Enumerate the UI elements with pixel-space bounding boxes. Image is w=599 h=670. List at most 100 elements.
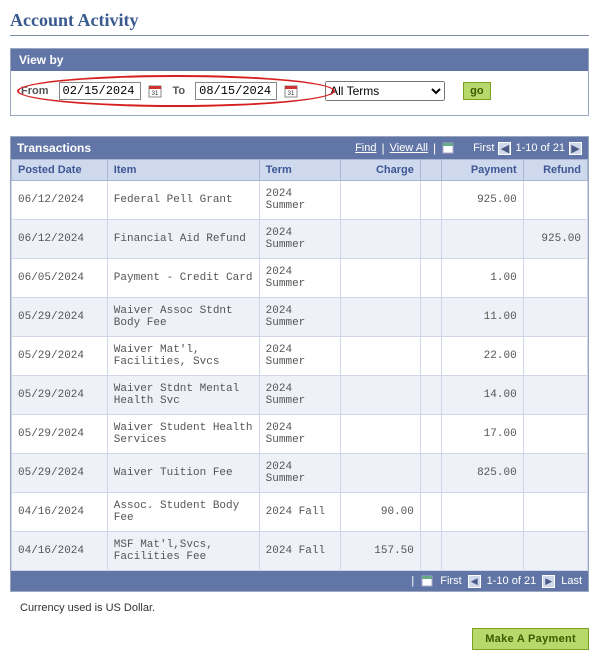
- table-cell: 05/29/2024: [12, 337, 108, 376]
- table-cell: 04/16/2024: [12, 493, 108, 532]
- table-cell: [441, 220, 523, 259]
- term-select[interactable]: All Terms: [325, 81, 445, 101]
- table-cell: 05/29/2024: [12, 454, 108, 493]
- page-title: Account Activity: [10, 10, 589, 31]
- col-charge: Charge: [341, 160, 420, 181]
- table-cell: [523, 532, 587, 571]
- table-cell: [523, 493, 587, 532]
- first-label[interactable]: First: [440, 575, 461, 587]
- table-cell: 05/29/2024: [12, 415, 108, 454]
- make-payment-button[interactable]: Make A Payment: [472, 628, 589, 650]
- table-cell: [523, 337, 587, 376]
- pager-top: First ◀ 1-10 of 21 ▶: [473, 142, 582, 155]
- table-cell: 925.00: [441, 181, 523, 220]
- from-label: From: [21, 85, 49, 97]
- calendar-icon[interactable]: 31: [147, 83, 163, 99]
- table-cell: [420, 532, 441, 571]
- table-cell: [523, 454, 587, 493]
- go-button[interactable]: go: [463, 82, 490, 100]
- table-cell: 05/29/2024: [12, 298, 108, 337]
- table-cell: [341, 220, 420, 259]
- prev-arrow-icon[interactable]: ◀: [468, 575, 481, 588]
- table-cell: Waiver Stdnt Mental Health Svc: [107, 376, 259, 415]
- table-cell: 04/16/2024: [12, 532, 108, 571]
- transactions-title: Transactions: [17, 141, 91, 155]
- table-cell: [420, 415, 441, 454]
- table-cell: 90.00: [341, 493, 420, 532]
- col-item: Item: [107, 160, 259, 181]
- transactions-footer: | First ◀ 1-10 of 21 ▶ Last: [11, 571, 588, 591]
- table-row: 05/29/2024Waiver Mat'l, Facilities, Svcs…: [12, 337, 588, 376]
- transactions-header: Transactions Find | View All | First ◀ 1…: [11, 137, 588, 159]
- table-row: 05/29/2024Waiver Stdnt Mental Health Svc…: [12, 376, 588, 415]
- from-date-input[interactable]: [59, 82, 141, 100]
- title-underline: [10, 35, 589, 36]
- table-cell: 825.00: [441, 454, 523, 493]
- table-row: 06/12/2024Federal Pell Grant2024 Summer9…: [12, 181, 588, 220]
- prev-arrow-icon[interactable]: ◀: [498, 142, 511, 155]
- table-row: 05/29/2024Waiver Student Health Services…: [12, 415, 588, 454]
- transactions-panel: Transactions Find | View All | First ◀ 1…: [10, 136, 589, 592]
- separator: |: [381, 141, 384, 155]
- transactions-actions: Find | View All |: [355, 141, 455, 155]
- last-label[interactable]: Last: [561, 575, 582, 587]
- download-icon[interactable]: [441, 141, 455, 155]
- calendar-icon[interactable]: 31: [283, 83, 299, 99]
- table-cell: 11.00: [441, 298, 523, 337]
- next-arrow-icon[interactable]: ▶: [542, 575, 555, 588]
- view-by-header: View by: [11, 49, 588, 71]
- svg-text:31: 31: [151, 91, 158, 97]
- table-cell: [441, 493, 523, 532]
- table-cell: [420, 454, 441, 493]
- table-cell: 2024 Summer: [259, 220, 341, 259]
- table-cell: [420, 337, 441, 376]
- table-cell: 2024 Fall: [259, 532, 341, 571]
- table-cell: Financial Aid Refund: [107, 220, 259, 259]
- table-cell: [341, 298, 420, 337]
- table-cell: [341, 415, 420, 454]
- separator: |: [411, 575, 414, 587]
- download-icon[interactable]: [420, 574, 434, 588]
- first-label[interactable]: First: [473, 142, 494, 154]
- table-cell: Waiver Mat'l, Facilities, Svcs: [107, 337, 259, 376]
- table-cell: 2024 Summer: [259, 259, 341, 298]
- table-cell: 925.00: [523, 220, 587, 259]
- table-cell: Waiver Student Health Services: [107, 415, 259, 454]
- table-cell: MSF Mat'l,Svcs, Facilities Fee: [107, 532, 259, 571]
- table-row: 05/29/2024Waiver Tuition Fee2024 Summer8…: [12, 454, 588, 493]
- table-cell: Waiver Tuition Fee: [107, 454, 259, 493]
- table-cell: [341, 259, 420, 298]
- table-row: 04/16/2024MSF Mat'l,Svcs, Facilities Fee…: [12, 532, 588, 571]
- table-cell: [523, 298, 587, 337]
- range-label: 1-10 of 21: [515, 142, 565, 154]
- table-row: 06/05/2024Payment - Credit Card2024 Summ…: [12, 259, 588, 298]
- table-cell: [420, 181, 441, 220]
- table-cell: 1.00: [441, 259, 523, 298]
- table-row: 04/16/2024Assoc. Student Body Fee2024 Fa…: [12, 493, 588, 532]
- find-link[interactable]: Find: [355, 142, 376, 154]
- table-cell: [523, 181, 587, 220]
- transactions-table: Posted Date Item Term Charge Payment Ref…: [11, 159, 588, 571]
- table-cell: 2024 Fall: [259, 493, 341, 532]
- table-cell: 14.00: [441, 376, 523, 415]
- view-by-panel: View by From 31 To 31 All Terms go: [10, 48, 589, 116]
- table-cell: [420, 376, 441, 415]
- table-cell: [420, 493, 441, 532]
- table-cell: [441, 532, 523, 571]
- table-cell: 2024 Summer: [259, 415, 341, 454]
- table-cell: 2024 Summer: [259, 376, 341, 415]
- table-cell: 157.50: [341, 532, 420, 571]
- table-cell: 06/12/2024: [12, 220, 108, 259]
- table-cell: [341, 376, 420, 415]
- table-cell: 2024 Summer: [259, 298, 341, 337]
- table-cell: 06/12/2024: [12, 181, 108, 220]
- next-arrow-icon[interactable]: ▶: [569, 142, 582, 155]
- col-term: Term: [259, 160, 341, 181]
- table-cell: [420, 220, 441, 259]
- to-date-input[interactable]: [195, 82, 277, 100]
- view-all-link[interactable]: View All: [390, 142, 428, 154]
- col-gap: [420, 160, 441, 181]
- table-cell: [523, 259, 587, 298]
- date-range-row: From 31 To 31 All Terms go: [17, 81, 582, 101]
- table-cell: [341, 454, 420, 493]
